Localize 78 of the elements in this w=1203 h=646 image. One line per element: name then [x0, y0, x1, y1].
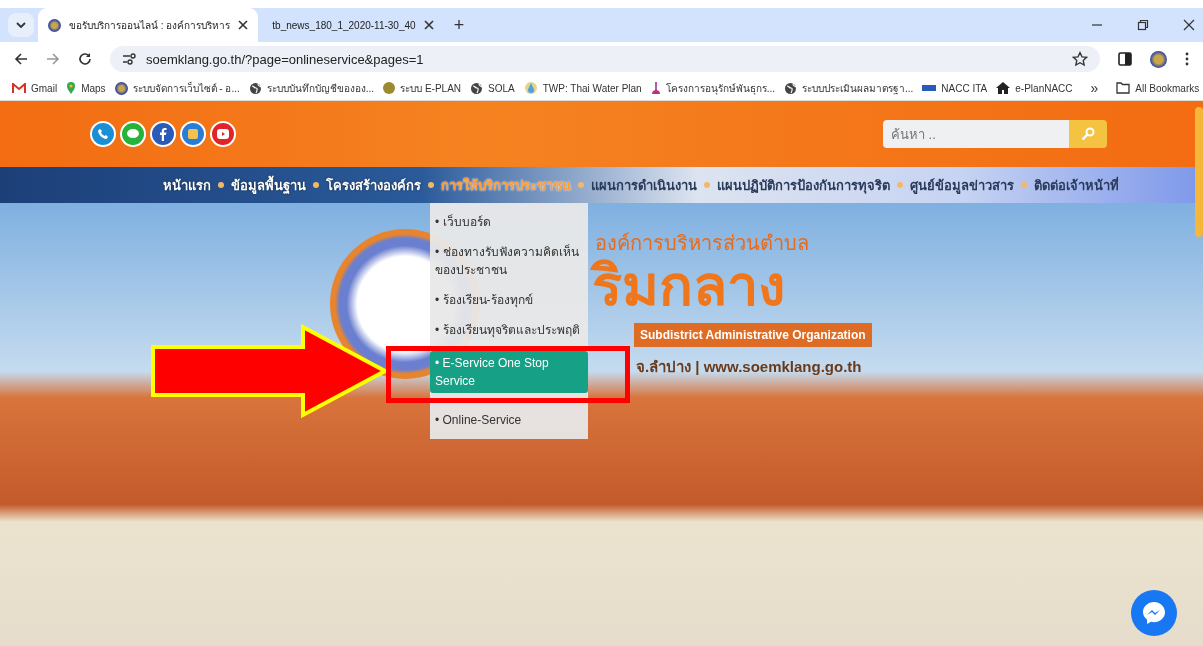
- bullet-dot-icon: [704, 182, 710, 188]
- bookmark-item[interactable]: Maps: [66, 81, 106, 95]
- bookmark-item[interactable]: ระบบบันทึกบัญชีขององ...: [248, 80, 375, 96]
- nav-link[interactable]: ศูนย์ข้อมูลข่าวสาร: [910, 174, 1014, 196]
- forward-arrow-icon[interactable]: [46, 52, 60, 66]
- search-field[interactable]: ค้นหา ..: [883, 120, 1069, 148]
- seal-icon: [114, 81, 128, 95]
- menu-icon[interactable]: [1185, 52, 1189, 66]
- folder-icon: [1116, 82, 1131, 94]
- menu-item[interactable]: • ร้องเรียนทุจริตและประพฤติ: [430, 315, 588, 345]
- side-panel-icon[interactable]: [1118, 52, 1132, 66]
- emblem-icon: [383, 82, 396, 94]
- address-text: จ.ลำปาง | www.soemklang.go.th: [636, 357, 862, 377]
- nav-link[interactable]: หน้าแรก: [163, 174, 211, 196]
- chat-icon: [1141, 600, 1167, 626]
- bookmark-item[interactable]: ระบบจัดการเว็บไซต์ - อ...: [114, 80, 240, 96]
- bookmark-item[interactable]: SOLA: [470, 81, 515, 95]
- close-icon[interactable]: [1183, 19, 1195, 31]
- org-name-text: ริมกลาง: [592, 255, 785, 317]
- bookmark-item[interactable]: NACC ITA: [922, 82, 988, 94]
- more-bookmarks-button[interactable]: »: [1090, 80, 1099, 96]
- address-bar[interactable]: soemklang.go.th/?page=onlineservice&pages=1: [110, 46, 1100, 72]
- bullet-dot-icon: [428, 182, 434, 188]
- chat-icon[interactable]: [120, 121, 146, 147]
- bullet-dot-icon: [218, 182, 224, 188]
- home-icon: [996, 82, 1011, 94]
- tab-list-button[interactable]: [8, 13, 34, 37]
- plant-icon: [650, 80, 661, 96]
- close-icon[interactable]: [238, 20, 249, 30]
- ita-logo-icon: [922, 85, 937, 91]
- globe-icon: [470, 81, 484, 95]
- video-play-icon[interactable]: [210, 121, 236, 147]
- browser-tab[interactable]: tb_news_180_1_2020-11-30_40: [262, 8, 444, 42]
- menu-item[interactable]: • เว็บบอร์ด: [430, 207, 588, 237]
- all-bookmarks-button[interactable]: All Bookmarks: [1116, 82, 1200, 94]
- nav-link[interactable]: แผนปฏิบัติการป้องกันการทุจริต: [717, 174, 890, 196]
- globe-icon: [784, 81, 797, 95]
- english-name-banner: Subdistrict Administrative Organization: [634, 323, 872, 347]
- chevron-down-icon: [16, 22, 26, 28]
- new-tab-button[interactable]: +: [447, 14, 471, 36]
- browser-tab[interactable]: ขอรับบริการออนไลน์ : องค์การบริหาร: [38, 8, 259, 42]
- star-icon[interactable]: [1072, 51, 1088, 67]
- reload-icon[interactable]: [78, 52, 92, 66]
- bullet-dot-icon: [897, 182, 903, 188]
- bookmark-item[interactable]: ระบบประเมินผลมาตรฐา...: [784, 80, 914, 96]
- tab-title: tb_news_180_1_2020-11-30_40: [272, 19, 416, 31]
- site-settings-icon[interactable]: [122, 53, 136, 65]
- org-type-text: องค์การบริหารส่วนตำบล: [595, 231, 809, 255]
- seal-icon: [48, 18, 61, 32]
- scrollbar-thumb[interactable]: [1195, 107, 1203, 237]
- nav-link[interactable]: โครงสร้างองค์กร: [326, 174, 421, 196]
- map-pin-icon: [66, 81, 77, 95]
- bookmark-item[interactable]: TWP: Thai Water Plan: [523, 81, 642, 95]
- nav-link[interactable]: ติดต่อเจ้าหน้าที่: [1034, 174, 1119, 196]
- nav-link[interactable]: ข้อมูลพื้นฐาน: [231, 174, 306, 196]
- close-icon[interactable]: [423, 20, 434, 30]
- search-icon: [1081, 127, 1095, 141]
- menu-item[interactable]: • ช่องทางรับฟังความคิดเห็นของประชาชน: [430, 237, 588, 285]
- globe-icon: [248, 81, 262, 95]
- nav-link[interactable]: แผนการดำเนินงาน: [591, 174, 697, 196]
- bullet-dot-icon: [313, 182, 319, 188]
- facebook-icon[interactable]: [150, 121, 176, 147]
- menu-item[interactable]: • ร้องเรียน-ร้องทุกข์: [430, 285, 588, 315]
- restore-icon[interactable]: [1137, 19, 1149, 31]
- phone-icon[interactable]: [90, 121, 116, 147]
- bookmark-item[interactable]: ระบบ E-PLAN: [383, 80, 462, 96]
- url-text: soemklang.go.th/?page=onlineservice&pages=1: [146, 51, 424, 67]
- messenger-chat-button[interactable]: [1131, 590, 1177, 636]
- water-drop-icon: [523, 81, 538, 95]
- back-arrow-icon[interactable]: [14, 52, 28, 66]
- bullet-dot-icon: [1021, 182, 1027, 188]
- profile-avatar-icon[interactable]: [1150, 50, 1167, 68]
- bookmark-item[interactable]: โครงการอนุรักษ์พันธุกร...: [650, 80, 775, 96]
- menu-item[interactable]: • Online-Service: [430, 405, 588, 435]
- bookmark-item[interactable]: Gmail: [12, 82, 58, 94]
- bullet-dot-icon: [578, 182, 584, 188]
- bookmark-item[interactable]: e-PlanNACC: [996, 82, 1073, 94]
- tab-title: ขอรับบริการออนไลน์ : องค์การบริหาร: [69, 18, 231, 33]
